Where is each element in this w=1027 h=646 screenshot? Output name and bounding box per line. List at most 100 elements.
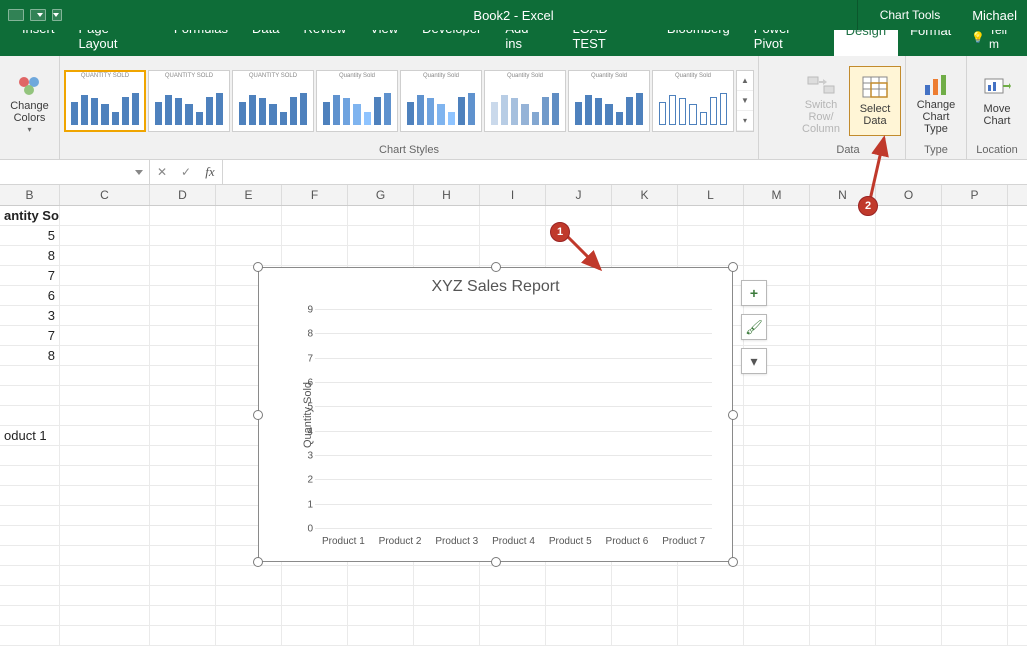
cell[interactable]	[282, 606, 348, 625]
cell[interactable]	[0, 546, 60, 565]
confirm-formula-button[interactable]: ✓	[174, 160, 198, 184]
cell[interactable]	[678, 606, 744, 625]
cell[interactable]	[282, 626, 348, 645]
cell[interactable]: 8	[0, 346, 60, 365]
cell[interactable]	[348, 226, 414, 245]
cell[interactable]	[744, 426, 810, 445]
cell[interactable]: 6	[0, 286, 60, 305]
column-header[interactable]: G	[348, 185, 414, 205]
cell[interactable]	[216, 206, 282, 225]
cell[interactable]	[348, 586, 414, 605]
gallery-more-icon[interactable]: ▾	[737, 111, 753, 131]
cell[interactable]	[348, 626, 414, 645]
cell[interactable]	[810, 246, 876, 265]
cell[interactable]	[546, 566, 612, 585]
cell[interactable]	[876, 526, 942, 545]
cell[interactable]	[942, 266, 1008, 285]
cell[interactable]	[60, 366, 150, 385]
cell[interactable]	[60, 546, 150, 565]
cell[interactable]	[876, 466, 942, 485]
cell[interactable]	[480, 566, 546, 585]
column-header[interactable]: F	[282, 185, 348, 205]
cell[interactable]	[744, 446, 810, 465]
cell[interactable]	[744, 206, 810, 225]
gallery-scroll[interactable]: ▲ ▼ ▾	[736, 70, 754, 132]
formula-input[interactable]	[223, 160, 1027, 184]
cell[interactable]	[282, 586, 348, 605]
cell[interactable]	[612, 226, 678, 245]
cell[interactable]: 5	[0, 226, 60, 245]
cell[interactable]	[0, 446, 60, 465]
cell[interactable]	[744, 466, 810, 485]
cell[interactable]	[744, 526, 810, 545]
cell[interactable]	[414, 246, 480, 265]
cell[interactable]	[150, 246, 216, 265]
cell[interactable]	[942, 446, 1008, 465]
cell[interactable]	[348, 246, 414, 265]
column-header[interactable]: L	[678, 185, 744, 205]
cell[interactable]: oduct 1	[0, 426, 60, 445]
cell[interactable]	[744, 546, 810, 565]
resize-handle[interactable]	[253, 262, 263, 272]
cell[interactable]	[60, 406, 150, 425]
column-header[interactable]: C	[60, 185, 150, 205]
grid-row[interactable]	[0, 586, 1027, 606]
cell[interactable]	[60, 446, 150, 465]
chart-filters-button[interactable]: ▾	[741, 348, 767, 374]
resize-handle[interactable]	[728, 262, 738, 272]
resize-handle[interactable]	[728, 410, 738, 420]
cell[interactable]	[0, 386, 60, 405]
resize-handle[interactable]	[491, 557, 501, 567]
cell[interactable]	[810, 586, 876, 605]
cell[interactable]	[150, 206, 216, 225]
cell[interactable]	[0, 526, 60, 545]
cell[interactable]	[60, 566, 150, 585]
chart-style-thumb[interactable]: Quantity Sold	[652, 70, 734, 132]
cell[interactable]	[942, 386, 1008, 405]
worksheet-grid[interactable]: antity Sold5876378oduct 1 + 🖌 ▾ XYZ Sale…	[0, 206, 1027, 646]
cell[interactable]	[150, 326, 216, 345]
column-header[interactable]: D	[150, 185, 216, 205]
cell[interactable]	[0, 606, 60, 625]
cell[interactable]	[150, 226, 216, 245]
cell[interactable]	[150, 526, 216, 545]
cell[interactable]	[216, 626, 282, 645]
move-chart-button[interactable]: Move Chart	[971, 66, 1023, 136]
cell[interactable]	[216, 246, 282, 265]
cell[interactable]	[60, 206, 150, 225]
chart-styles-button[interactable]: 🖌	[741, 314, 767, 340]
cell[interactable]	[942, 426, 1008, 445]
cell[interactable]	[876, 206, 942, 225]
cell[interactable]	[150, 286, 216, 305]
cell[interactable]: 7	[0, 266, 60, 285]
chart-style-thumb[interactable]: Quantity Sold	[568, 70, 650, 132]
cell[interactable]	[414, 566, 480, 585]
cell[interactable]	[414, 226, 480, 245]
cell[interactable]	[942, 366, 1008, 385]
chart-style-thumb[interactable]: QUANTITY SOLD	[64, 70, 146, 132]
cell[interactable]	[282, 246, 348, 265]
cell[interactable]	[942, 306, 1008, 325]
cell[interactable]	[876, 426, 942, 445]
cell[interactable]	[60, 506, 150, 525]
cell[interactable]	[414, 586, 480, 605]
cell[interactable]	[60, 486, 150, 505]
cell[interactable]	[942, 586, 1008, 605]
qat-customize-button[interactable]	[52, 9, 62, 21]
cell[interactable]	[546, 626, 612, 645]
cell[interactable]	[876, 606, 942, 625]
resize-handle[interactable]	[491, 262, 501, 272]
cell[interactable]	[150, 266, 216, 285]
grid-row[interactable]	[0, 566, 1027, 586]
gallery-up-icon[interactable]: ▲	[737, 71, 753, 91]
cell[interactable]	[942, 606, 1008, 625]
cell[interactable]	[678, 226, 744, 245]
cell[interactable]	[216, 586, 282, 605]
cell[interactable]	[744, 586, 810, 605]
cell[interactable]	[810, 486, 876, 505]
cell[interactable]	[150, 346, 216, 365]
cell[interactable]: 8	[0, 246, 60, 265]
cell[interactable]	[216, 566, 282, 585]
column-header[interactable]: I	[480, 185, 546, 205]
cell[interactable]	[60, 426, 150, 445]
